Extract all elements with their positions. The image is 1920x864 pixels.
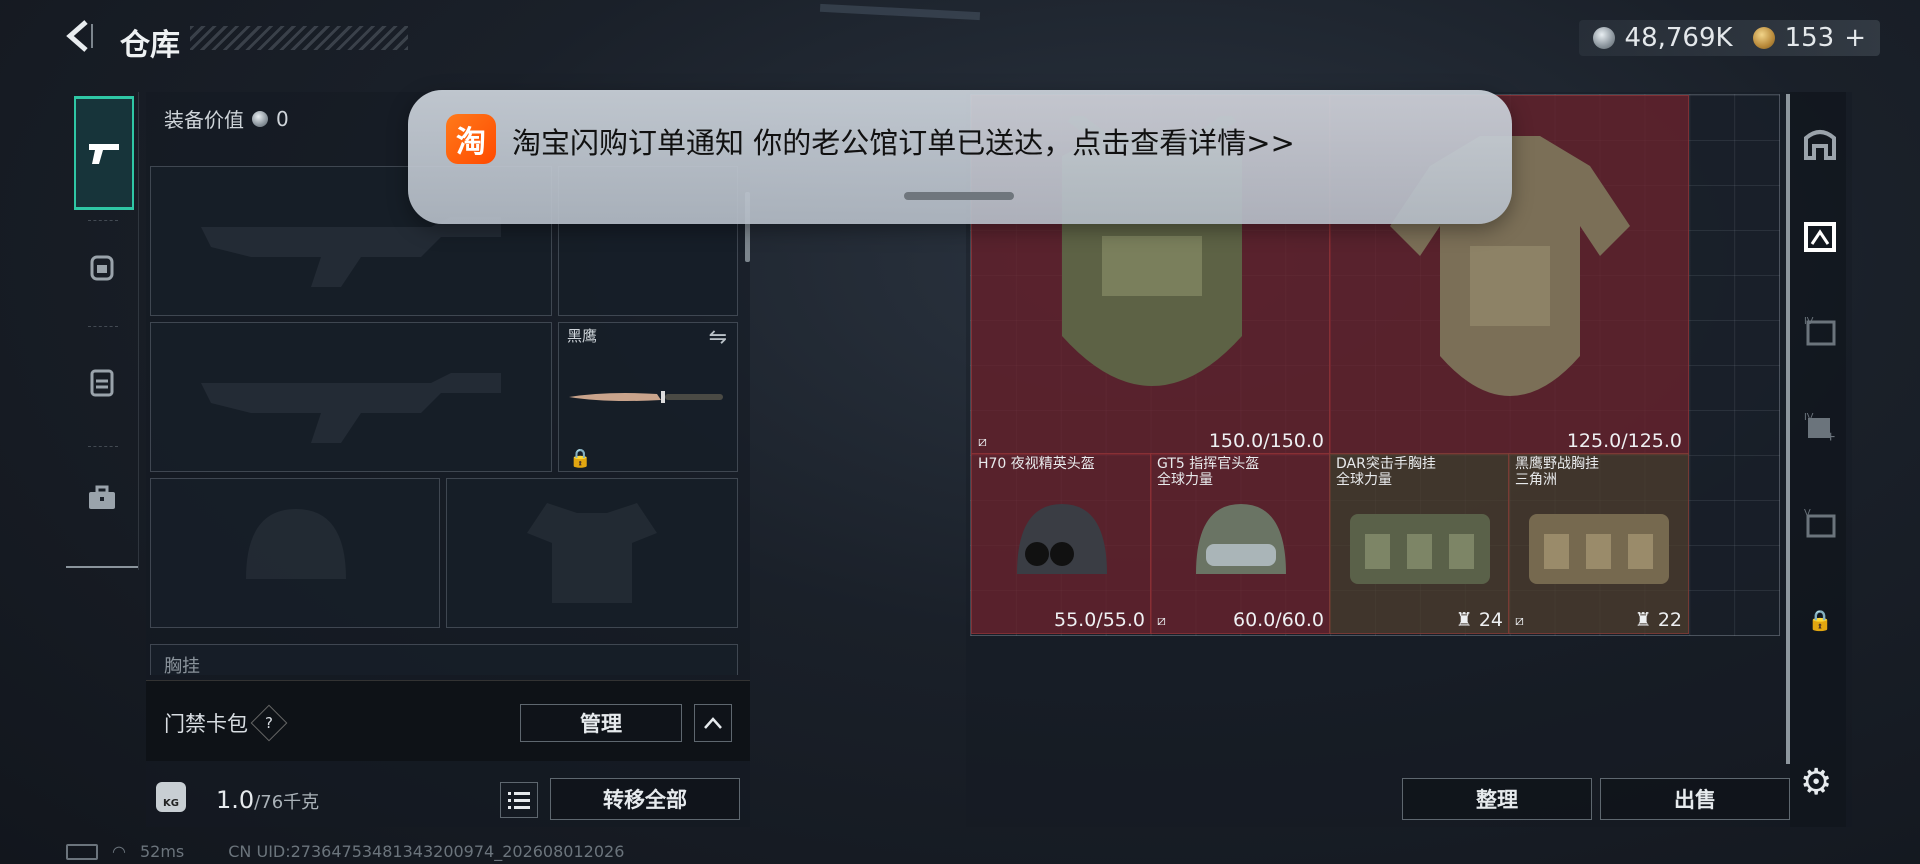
helmet-slot[interactable] bbox=[150, 478, 440, 628]
weight-display: 1.0/76千克 bbox=[216, 786, 319, 814]
durability-value: 55.0/55.0 bbox=[1053, 609, 1145, 631]
left-tab-rail bbox=[66, 92, 139, 570]
notification-handle[interactable] bbox=[904, 192, 1014, 200]
wifi-icon: ◠ bbox=[112, 842, 126, 861]
chest-rig-label: 胸挂 bbox=[164, 656, 200, 677]
weight-current: 1.0 bbox=[216, 786, 255, 814]
page-title: 仓库 bbox=[120, 28, 180, 63]
armor-placeholder-icon bbox=[527, 503, 657, 603]
stash-page-2-icon[interactable] bbox=[1800, 218, 1840, 258]
notification-text: 淘宝闪购订单通知 你的老公馆订单已送达，点击查看详情>> bbox=[512, 126, 1295, 160]
sell-button[interactable]: 出售 bbox=[1600, 778, 1790, 820]
background-stripe bbox=[819, 3, 981, 21]
expand-button[interactable] bbox=[694, 704, 732, 742]
list-view-button[interactable] bbox=[500, 782, 538, 818]
card-pack-label: 门禁卡包 bbox=[164, 712, 248, 736]
taobao-app-icon: 淘 bbox=[446, 114, 496, 164]
title-decoration bbox=[190, 26, 408, 50]
broken-icon: ⧄ bbox=[1515, 613, 1524, 629]
settings-gear-icon[interactable]: ⚙ bbox=[1800, 762, 1832, 803]
stash-page-5-icon[interactable]: V bbox=[1800, 504, 1840, 544]
gold-amount: 153 bbox=[1784, 23, 1835, 53]
capacity-value: ♜ 22 bbox=[1634, 609, 1682, 631]
broken-icon: ⧄ bbox=[1157, 613, 1166, 629]
locked-page-icon: 🔒 bbox=[1807, 608, 1833, 632]
chest-rig-image bbox=[1350, 514, 1490, 584]
durability-value: 125.0/125.0 bbox=[1566, 430, 1682, 452]
gold-coin-icon bbox=[1752, 27, 1775, 49]
weight-max: /76千克 bbox=[254, 792, 320, 813]
weight-bag-icon: KG bbox=[156, 782, 186, 812]
knife-image bbox=[569, 391, 723, 403]
equip-value-label: 装备价值 bbox=[164, 108, 244, 132]
durability-value: 60.0/60.0 bbox=[1232, 609, 1324, 631]
organize-button[interactable]: 整理 bbox=[1402, 778, 1592, 820]
secondary-weapon-slot[interactable] bbox=[150, 322, 552, 472]
item-name: DAR突击手胸挂 全球力量 bbox=[1336, 456, 1436, 488]
svg-text:IV: IV bbox=[1804, 316, 1814, 327]
stash-item-helmet-h70[interactable]: H70 夜视精英头盔 55.0/55.0 bbox=[971, 453, 1152, 634]
silver-coin-icon bbox=[1592, 27, 1615, 49]
durability-value: 150.0/150.0 bbox=[1208, 430, 1324, 452]
briefcase-icon bbox=[89, 485, 115, 509]
item-name: 黑鹰野战胸挂 三角洲 bbox=[1515, 456, 1599, 488]
stash-page-4-icon[interactable]: IV + bbox=[1800, 408, 1840, 448]
capacity-value: ♜ 24 bbox=[1455, 609, 1503, 631]
tab-case[interactable] bbox=[74, 444, 130, 552]
stash-item-helmet-gt5[interactable]: GT5 指挥官头盔 全球力量 ⧄ 60.0/60.0 bbox=[1150, 453, 1331, 634]
back-arrow-icon[interactable] bbox=[62, 18, 102, 58]
helmet-image bbox=[1196, 504, 1286, 574]
swap-icon[interactable]: ⇋ bbox=[709, 325, 727, 350]
transfer-all-button[interactable]: 转移全部 bbox=[550, 778, 740, 820]
tab-rig[interactable] bbox=[74, 328, 130, 436]
battery-icon bbox=[66, 843, 98, 860]
manage-button[interactable]: 管理 bbox=[520, 704, 682, 742]
chevron-up-icon bbox=[704, 717, 722, 729]
stash-scrollbar[interactable] bbox=[1786, 94, 1790, 764]
broken-icon: ⧄ bbox=[978, 434, 987, 450]
svg-text:V: V bbox=[1804, 508, 1811, 519]
stash-page-1-icon[interactable] bbox=[1800, 124, 1840, 164]
backpack-icon bbox=[90, 255, 114, 281]
helmet-placeholder-icon bbox=[246, 509, 346, 579]
silver-coin-icon bbox=[252, 110, 268, 127]
stash-page-3-icon[interactable]: IV bbox=[1800, 312, 1840, 352]
rifle-placeholder-icon bbox=[201, 373, 501, 443]
rail-divider bbox=[66, 566, 138, 568]
tab-weapons[interactable] bbox=[74, 96, 134, 210]
svg-text:IV: IV bbox=[1804, 412, 1814, 423]
svg-text:+: + bbox=[1826, 429, 1835, 444]
tab-backpack[interactable] bbox=[74, 212, 130, 320]
vest-icon bbox=[90, 369, 114, 397]
equip-value-amount: 0 bbox=[276, 106, 289, 131]
item-name: H70 夜视精英头盔 bbox=[978, 456, 1095, 472]
chest-rig-slot[interactable] bbox=[150, 644, 738, 675]
equipment-value: 装备价值 0 bbox=[164, 104, 289, 133]
stash-item-rig-dar[interactable]: DAR突击手胸挂 全球力量 ♜ 24 bbox=[1329, 453, 1510, 634]
silver-amount: 48,769K bbox=[1624, 23, 1733, 53]
ping-value: 52ms bbox=[139, 842, 185, 861]
chest-rig-image bbox=[1529, 514, 1669, 584]
stash-item-rig-blackhawk[interactable]: 黑鹰野战胸挂 三角洲 ⧄ ♜ 22 bbox=[1508, 453, 1689, 634]
knife-name: 黑鹰 bbox=[567, 327, 598, 345]
card-pack-title: 门禁卡包 ? bbox=[164, 704, 288, 742]
help-icon[interactable]: ? bbox=[250, 704, 288, 742]
stash-page-rail bbox=[1790, 92, 1846, 827]
armor-slot[interactable] bbox=[446, 478, 738, 628]
lock-icon: 🔒 bbox=[569, 448, 592, 469]
uid-text: CN UID:27364753481343200974_202608012026 bbox=[228, 842, 625, 861]
status-bar: ◠ 52ms CN UID:27364753481343200974_20260… bbox=[66, 842, 624, 861]
currency-bar: 48,769K 153 + bbox=[1578, 20, 1880, 56]
melee-slot[interactable]: 黑鹰 ⇋ 🔒 bbox=[558, 322, 738, 472]
helmet-image bbox=[1017, 504, 1107, 574]
list-icon bbox=[508, 792, 530, 809]
add-currency-button[interactable]: + bbox=[1844, 23, 1866, 53]
pistol-icon bbox=[89, 144, 119, 164]
